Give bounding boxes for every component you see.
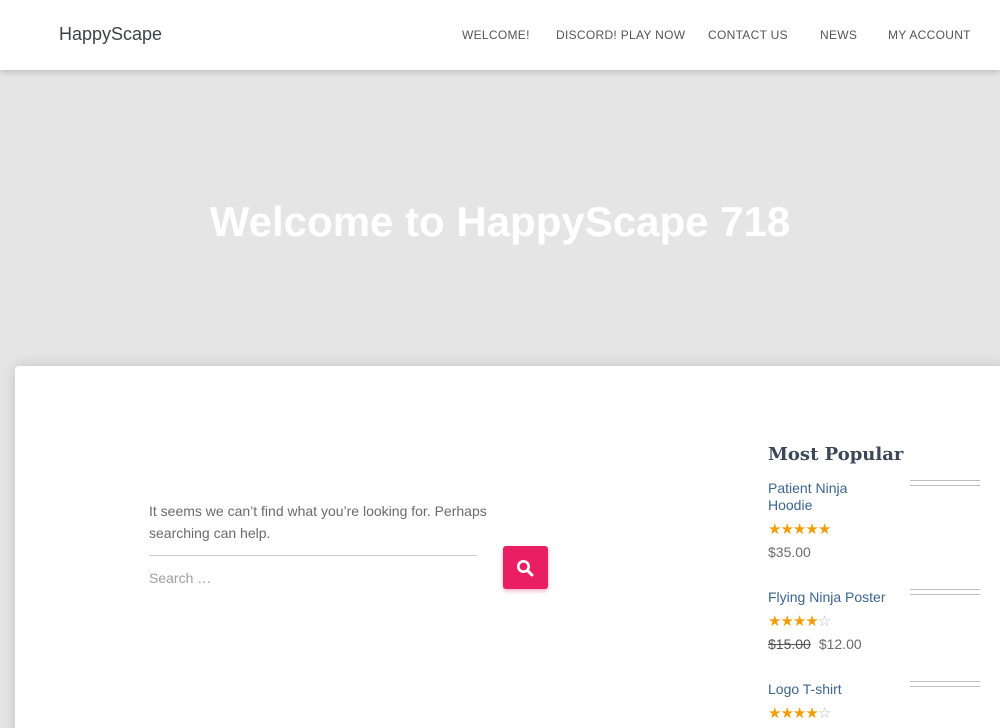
search-input[interactable] [149,555,477,591]
product-link[interactable]: Logo T-shirt [768,681,888,698]
product-price: $35.00 [768,544,811,560]
product-thumbnail[interactable] [910,480,980,486]
star-filled-icon: ★ [780,521,793,538]
main-content-card: It seems we can’t find what you’re looki… [15,366,1000,728]
product-thumbnail[interactable] [910,681,980,687]
most-popular-heading: Most Popular [768,444,904,465]
star-filled-icon: ★ [780,705,793,722]
star-filled-icon: ★ [768,705,781,722]
nav-item-welcome[interactable]: WELCOME! [462,28,530,42]
nav-item-discord-play-now[interactable]: DISCORD! PLAY NOW [556,28,685,42]
star-filled-icon: ★ [768,521,781,538]
product-item: Patient Ninja Hoodie ★★★★★ $35.00 [768,480,993,560]
nav-item-news[interactable]: NEWS [820,28,857,42]
star-filled-icon: ★ [792,705,806,722]
star-filled-icon: ★ [805,521,818,538]
star-empty-icon: ☆ [817,613,831,630]
star-filled-icon: ★ [805,613,818,630]
star-filled-icon: ★ [780,613,793,630]
product-thumbnail[interactable] [910,589,980,595]
star-rating: ★★★★★ [768,520,831,538]
star-empty-icon: ☆ [817,705,831,722]
star-filled-icon: ★ [817,521,831,538]
search-icon [517,560,534,577]
product-item: Flying Ninja Poster ★★★★☆ $15.00 $12.00 [768,589,993,652]
not-found-message: It seems we can’t find what you’re looki… [149,503,487,541]
star-filled-icon: ★ [768,613,781,630]
product-item: Logo T-shirt ★★★★☆ [768,681,993,722]
product-price: $15.00 $12.00 [768,636,862,652]
star-rating: ★★★★☆ [768,704,831,722]
sale-price: $12.00 [818,636,862,652]
star-filled-icon: ★ [792,521,806,538]
star-filled-icon: ★ [805,705,818,722]
star-filled-icon: ★ [792,613,806,630]
nav-item-contact-us[interactable]: CONTACT US [708,28,788,42]
site-brand-link[interactable]: HappyScape [59,24,162,45]
nav-item-my-account[interactable]: MY ACCOUNT [888,28,971,42]
star-rating: ★★★★☆ [768,612,831,630]
top-navbar: HappyScape WELCOME! DISCORD! PLAY NOW CO… [0,0,1000,70]
search-submit-button[interactable] [503,546,548,589]
original-price: $15.00 [768,636,811,652]
current-price: $35.00 [768,544,811,560]
hero-title: Welcome to HappyScape 718 [209,198,791,245]
product-link[interactable]: Flying Ninja Poster [768,589,888,606]
product-link[interactable]: Patient Ninja Hoodie [768,480,888,514]
